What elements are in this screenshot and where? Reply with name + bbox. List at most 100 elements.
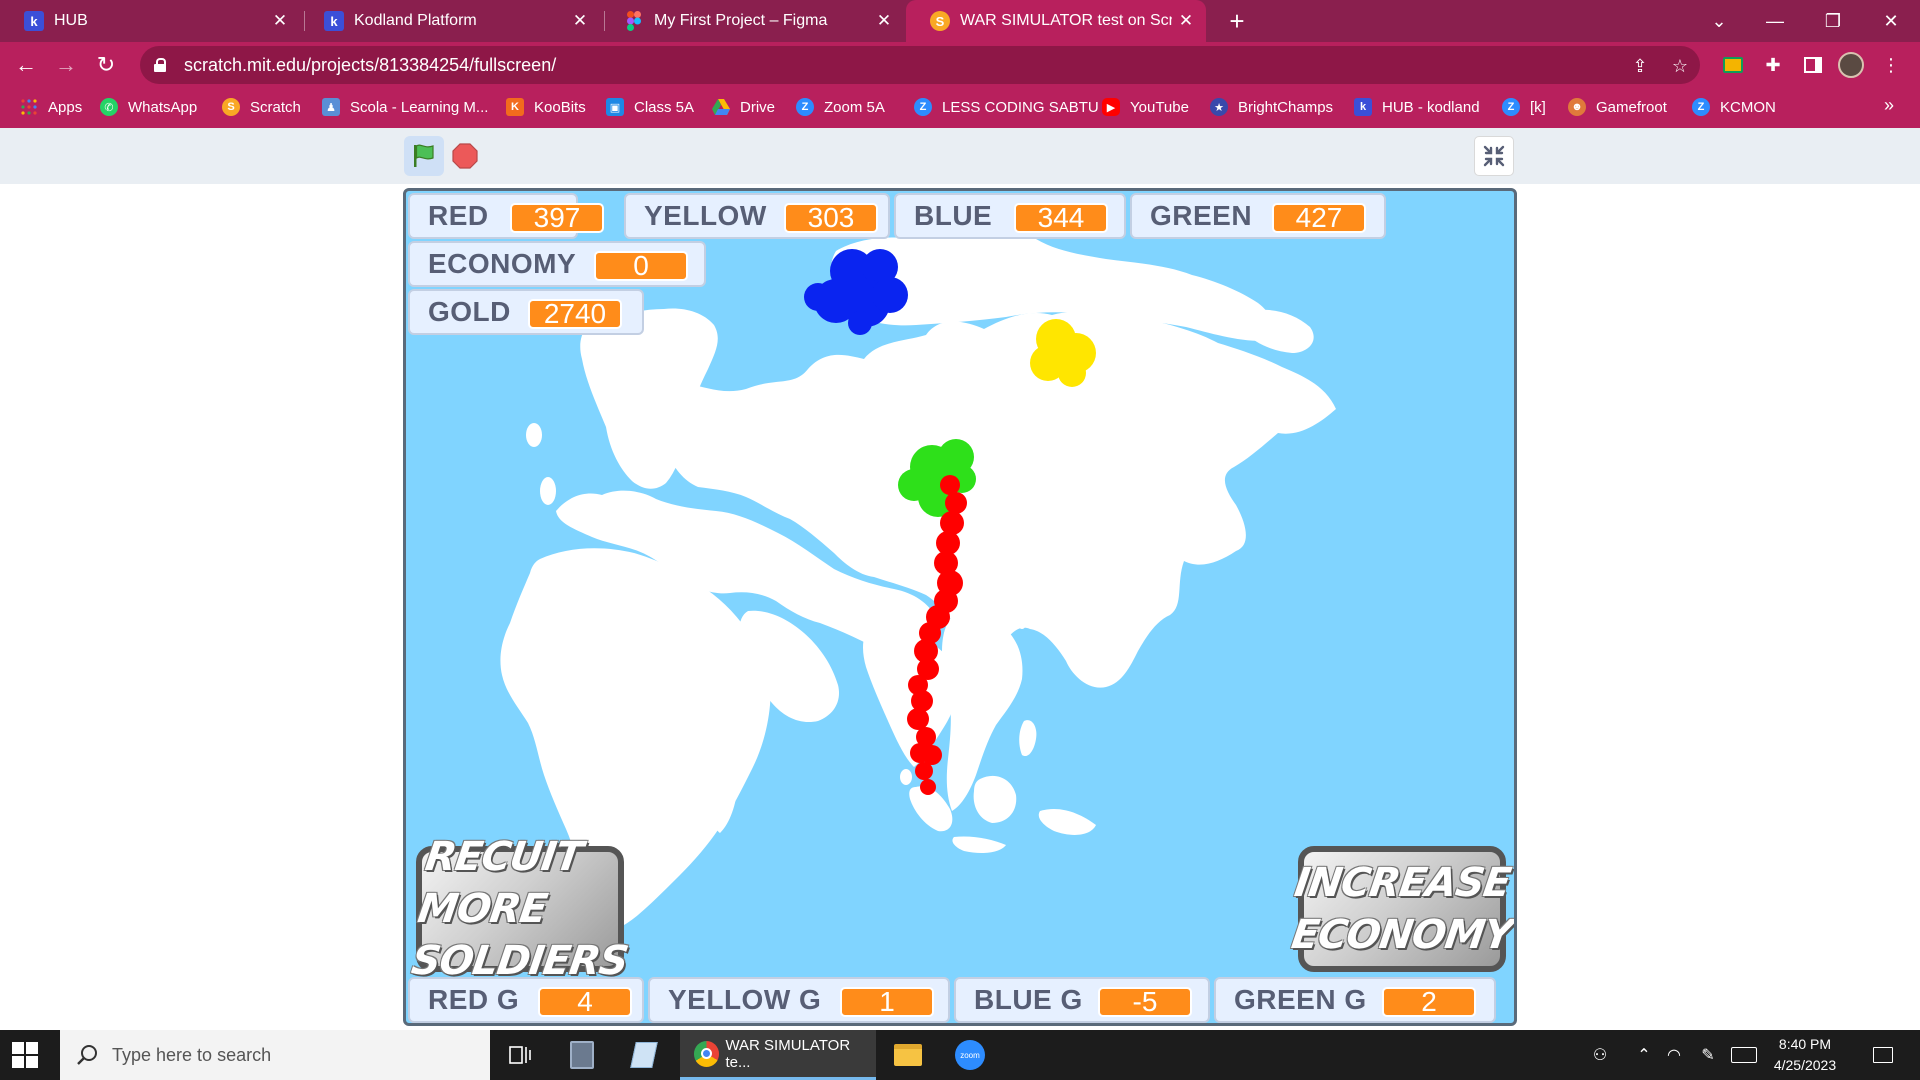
tab-figma[interactable]: My First Project – Figma ✕ xyxy=(600,0,904,42)
window-close-icon[interactable]: ✕ xyxy=(1868,0,1914,42)
chevron-up-icon[interactable]: ⌃ xyxy=(1630,1030,1658,1080)
bookmark-koobits[interactable]: K KooBits xyxy=(506,98,586,116)
scratch-stage[interactable]: RED 397 YELLOW 303 BLUE 344 GREEN 427 EC… xyxy=(403,188,1517,1026)
monitor-value: -5 xyxy=(1098,987,1192,1017)
monitor-yellow-g: YELLOW G 1 xyxy=(648,977,950,1023)
tab-hub[interactable]: k HUB ✕ xyxy=(0,0,300,42)
classroom-icon: ▣ xyxy=(606,98,624,116)
pen-icon[interactable]: ✎ xyxy=(1694,1030,1722,1080)
bookmark-label: BrightChamps xyxy=(1238,98,1334,116)
tab-war-simulator[interactable]: S WAR SIMULATOR test on Scratch ✕ xyxy=(906,0,1206,42)
bookmark-k[interactable]: Z [k] xyxy=(1502,98,1546,116)
koobits-icon: K xyxy=(506,98,524,116)
bookmark-drive[interactable]: Drive xyxy=(712,98,775,116)
clock-date: 4/25/2023 xyxy=(1773,1057,1837,1073)
new-guinea-landmass xyxy=(1038,808,1096,835)
bookmark-label: KCMON xyxy=(1720,98,1776,116)
address-bar[interactable]: scratch.mit.edu/projects/813384254/fulls… xyxy=(140,46,1700,84)
borneo-landmass xyxy=(973,775,1017,823)
java-landmass xyxy=(952,836,1006,853)
close-icon[interactable]: ✕ xyxy=(266,11,294,31)
tab-kodland-platform[interactable]: k Kodland Platform ✕ xyxy=(300,0,600,42)
bookmark-scola[interactable]: ♟ Scola - Learning M... xyxy=(322,98,488,116)
close-icon[interactable]: ✕ xyxy=(870,11,898,31)
calculator-icon[interactable] xyxy=(566,1039,598,1071)
more-bookmarks-chevron[interactable]: » xyxy=(1884,95,1894,116)
bookmark-hub-kodland[interactable]: k HUB - kodland xyxy=(1354,98,1480,116)
scola-icon: ♟ xyxy=(322,98,340,116)
restore-icon[interactable]: ❐ xyxy=(1810,0,1856,42)
clock-time: 8:40 PM xyxy=(1778,1036,1832,1052)
recruit-soldiers-button[interactable]: RECUIT MORE SOLDIERS xyxy=(409,834,631,984)
notepad-icon[interactable] xyxy=(628,1039,660,1071)
back-arrow-icon[interactable]: ← xyxy=(10,49,42,81)
zoom-app-icon[interactable]: zoom xyxy=(954,1039,986,1071)
monitor-green: GREEN 427 xyxy=(1130,193,1386,239)
lock-icon xyxy=(154,58,166,72)
philippines-landmass xyxy=(1019,720,1037,757)
puzzle-extensions-icon[interactable]: ✚ xyxy=(1760,52,1786,78)
bookmark-class-5a[interactable]: ▣ Class 5A xyxy=(606,98,694,116)
gamefroot-icon: ☻ xyxy=(1568,98,1586,116)
taskbar-search-box[interactable]: Type here to search xyxy=(60,1030,490,1080)
bookmark-zoom-5a[interactable]: Z Zoom 5A xyxy=(796,98,885,116)
iceland-landmass xyxy=(526,423,542,447)
green-flag-button[interactable] xyxy=(404,136,444,176)
bookmark-kcmon[interactable]: Z KCMON xyxy=(1692,98,1776,116)
bookmark-brightchamps[interactable]: ★ BrightChamps xyxy=(1210,98,1333,116)
bookmark-label: HUB - kodland xyxy=(1382,98,1480,116)
stop-sign-icon[interactable] xyxy=(452,143,478,169)
file-explorer-icon[interactable] xyxy=(892,1039,924,1071)
bookmark-youtube[interactable]: ▶ YouTube xyxy=(1102,98,1189,116)
drive-icon xyxy=(712,98,730,116)
avatar[interactable] xyxy=(1838,52,1864,78)
monitor-label: GREEN G xyxy=(1234,984,1367,1015)
bookmark-label: [k] xyxy=(1530,98,1546,116)
bookmark-label: Scola - Learning M... xyxy=(350,98,489,116)
tab-title: My First Project – Figma xyxy=(654,12,828,29)
bookmark-less-coding[interactable]: Z LESS CODING SABTU xyxy=(914,98,1099,116)
alaska-landmass xyxy=(1242,309,1314,353)
people-icon[interactable]: ⚇ xyxy=(1584,1030,1616,1080)
tab-search-chevron-icon[interactable]: ⌄ xyxy=(1696,0,1742,42)
notification-icon[interactable] xyxy=(1866,1030,1900,1080)
monitor-value: 1 xyxy=(840,987,934,1017)
reload-icon[interactable]: ↻ xyxy=(90,49,122,81)
windows-start-icon[interactable] xyxy=(12,1042,38,1068)
close-icon[interactable]: ✕ xyxy=(566,11,594,31)
share-icon[interactable]: ⇪ xyxy=(1628,54,1652,78)
browser-tab-strip: k HUB ✕ k Kodland Platform ✕ My First Pr… xyxy=(0,0,1920,42)
task-view-icon[interactable] xyxy=(504,1039,536,1071)
close-icon[interactable]: ✕ xyxy=(1172,11,1200,31)
side-panel-icon[interactable] xyxy=(1800,52,1826,78)
new-tab-button[interactable]: + xyxy=(1222,6,1252,37)
bookmark-label: Scratch xyxy=(250,98,301,116)
bookmarks-bar: Apps ✆ WhatsApp S Scratch ♟ Scola - Lear… xyxy=(0,88,1920,128)
increase-economy-button[interactable]: INCREASE ECONOMY xyxy=(1289,846,1514,972)
taiwan-landmass xyxy=(1017,613,1027,629)
kebab-menu-icon[interactable]: ⋮ xyxy=(1878,52,1904,78)
bookmark-gamefroot[interactable]: ☻ Gamefroot xyxy=(1568,98,1667,116)
monitor-value: 0 xyxy=(594,251,688,281)
youtube-icon: ▶ xyxy=(1102,98,1120,116)
scratch-player-controls xyxy=(0,128,1920,184)
search-placeholder: Type here to search xyxy=(112,1044,272,1065)
zoom-icon: Z xyxy=(914,98,932,116)
button-text-line: ECONOMY xyxy=(1288,912,1516,958)
bookmark-star-icon[interactable]: ☆ xyxy=(1668,54,1692,78)
minimize-icon[interactable]: — xyxy=(1752,0,1798,42)
classroom-extension-icon[interactable] xyxy=(1720,52,1746,78)
system-clock[interactable]: 8:40 PM 4/25/2023 xyxy=(1750,1034,1860,1076)
wifi-icon[interactable]: ◠ xyxy=(1660,1030,1688,1080)
bookmark-whatsapp[interactable]: ✆ WhatsApp xyxy=(100,98,197,116)
windows-taskbar: Type here to search WAR SIMULATOR te... … xyxy=(0,1030,1920,1080)
bookmark-apps[interactable]: Apps xyxy=(20,98,82,116)
exit-fullscreen-button[interactable] xyxy=(1474,136,1514,176)
taskbar-app-label: WAR SIMULATOR te... xyxy=(725,1036,851,1071)
tab-title: HUB xyxy=(54,12,88,29)
forward-arrow-icon[interactable]: → xyxy=(50,49,82,81)
bookmark-scratch[interactable]: S Scratch xyxy=(222,98,301,116)
taskbar-chrome-war-simulator[interactable]: WAR SIMULATOR te... xyxy=(680,1030,876,1080)
monitor-red-g: RED G 4 xyxy=(408,977,644,1023)
monitor-value: 344 xyxy=(1014,203,1108,233)
